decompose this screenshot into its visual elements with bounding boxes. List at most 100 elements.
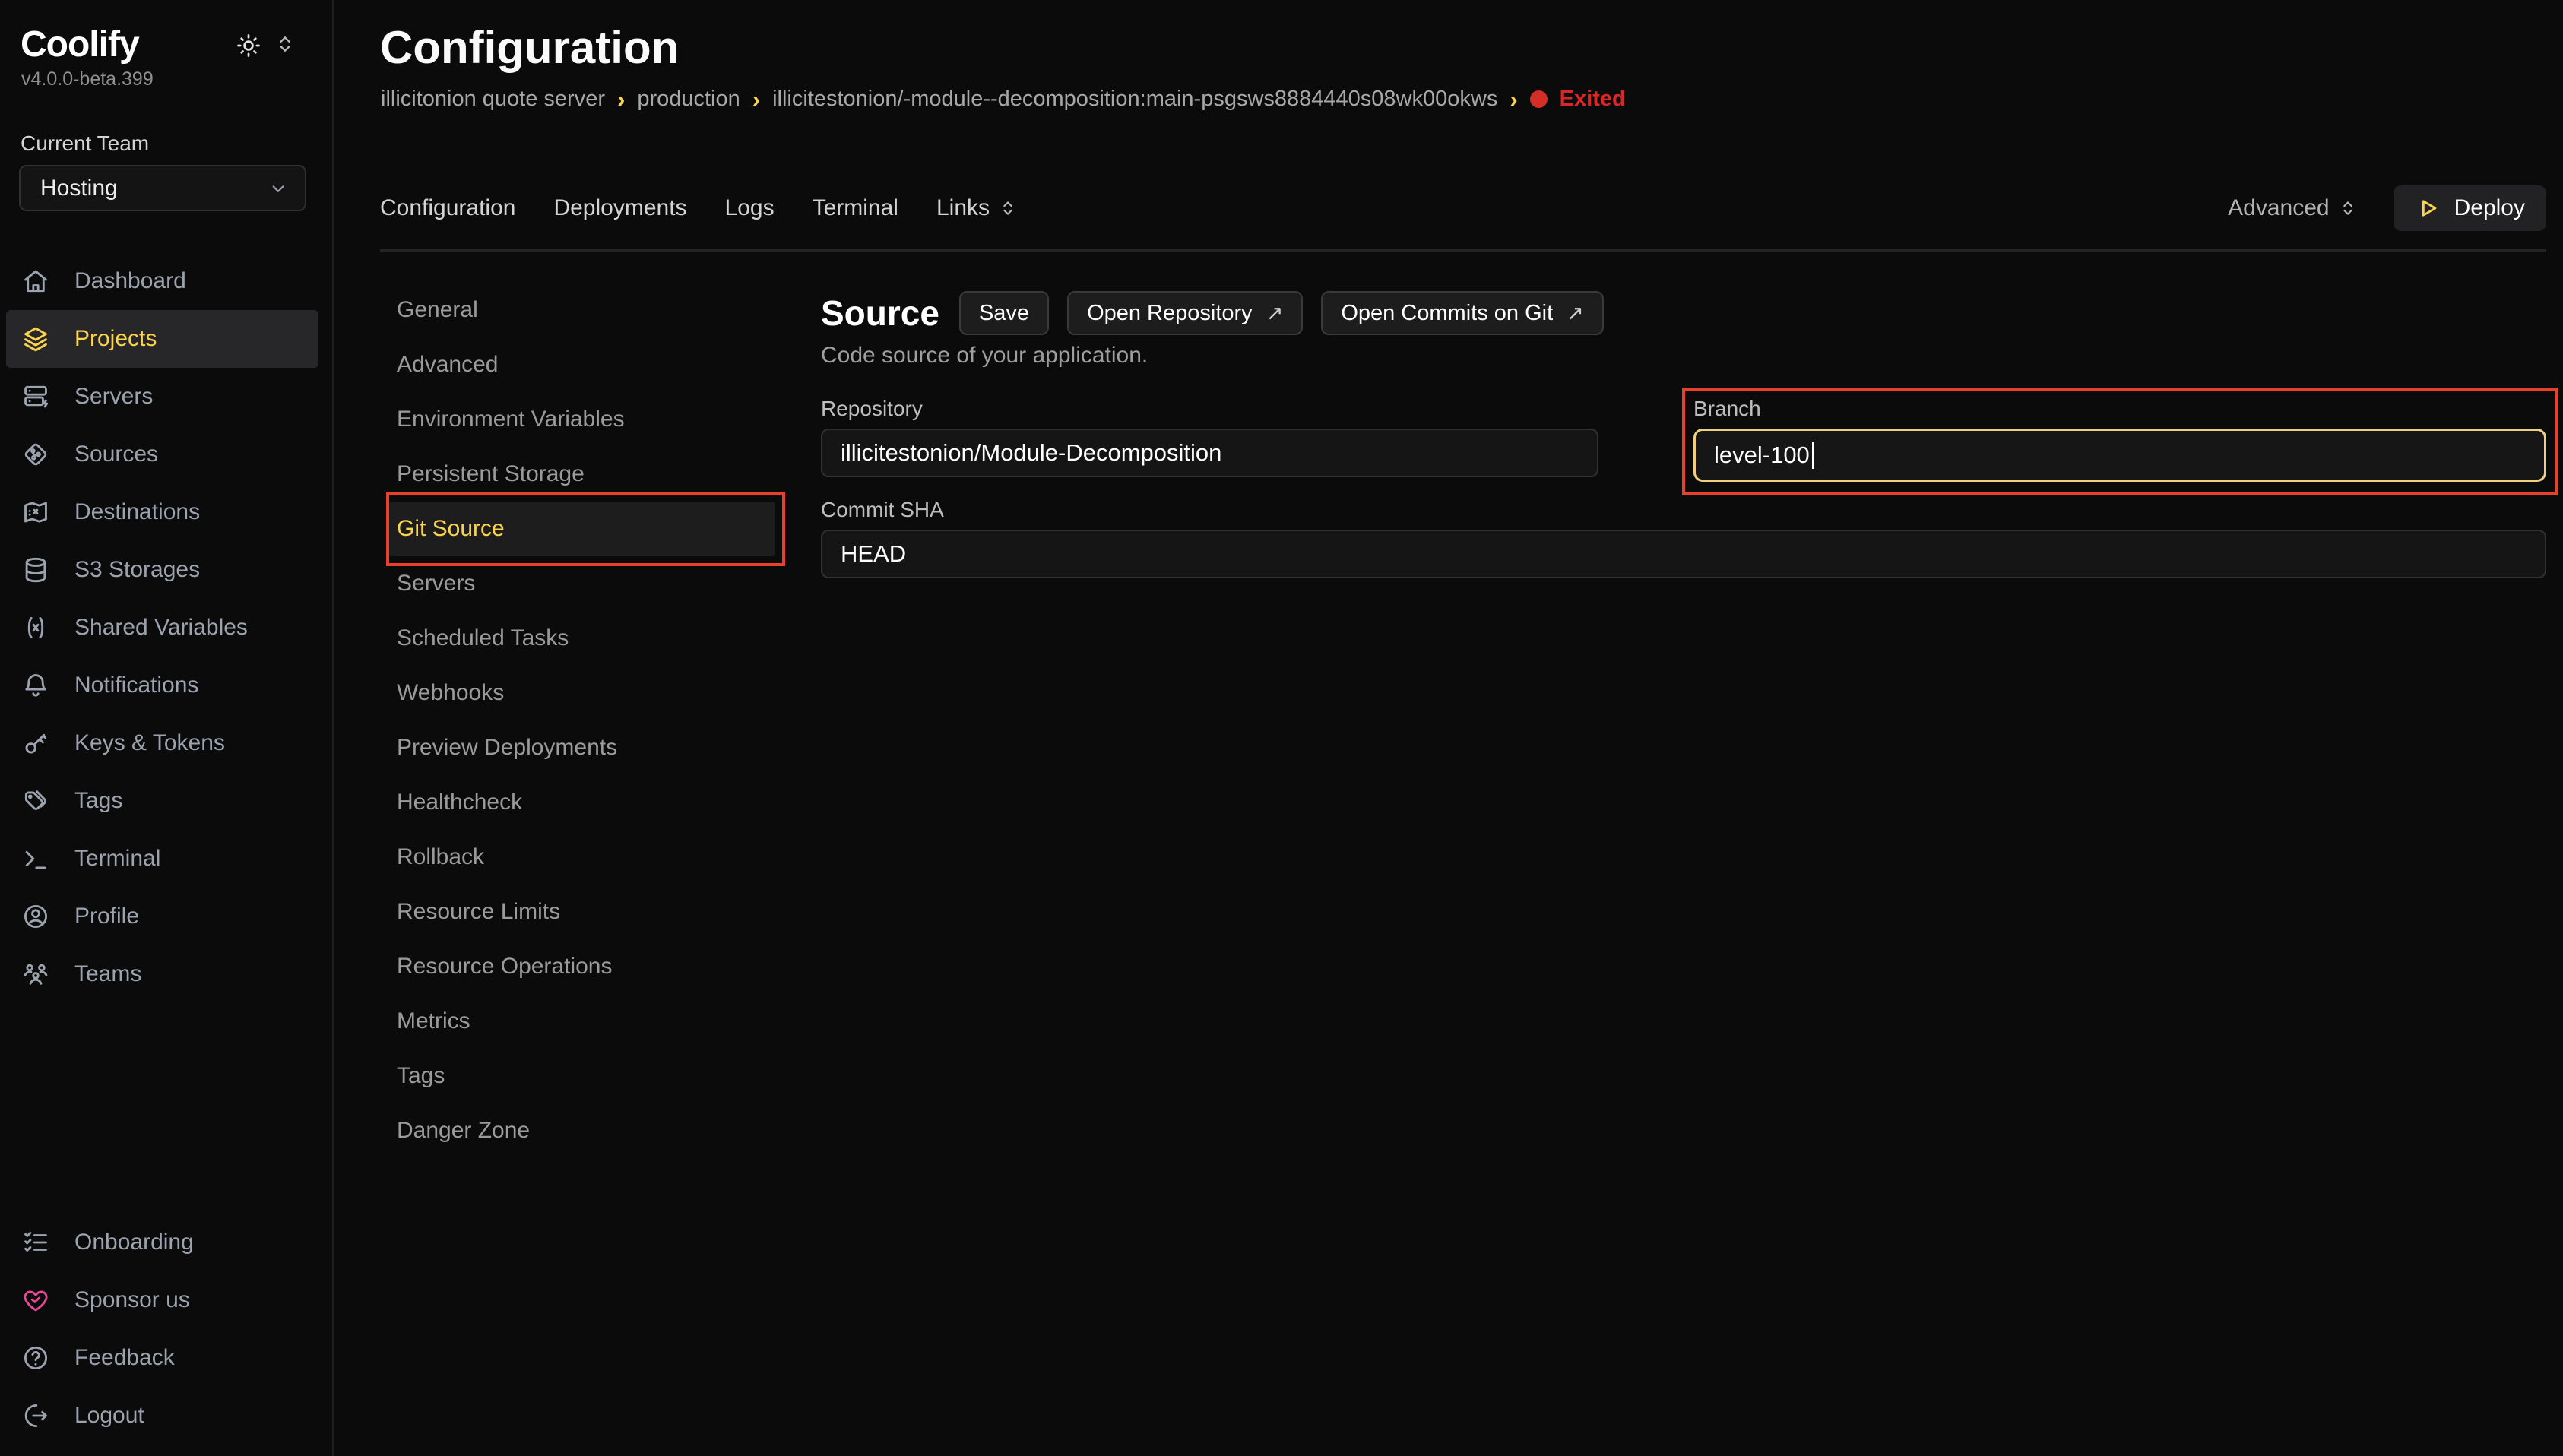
sidebar-item-feedback[interactable]: Feedback — [6, 1329, 318, 1387]
sidebar-item-sponsor-us[interactable]: Sponsor us — [6, 1271, 318, 1329]
breadcrumb-item[interactable]: illicitonion quote server — [381, 87, 605, 112]
chevron-right-icon: › — [752, 88, 760, 110]
heart-icon — [21, 1286, 50, 1315]
subnav-item-resource-operations[interactable]: Resource Operations — [388, 939, 775, 994]
sidebar-item-label: Dashboard — [74, 268, 186, 294]
sidebar-item-logout[interactable]: Logout — [6, 1387, 318, 1445]
brand-row: Coolify — [21, 23, 302, 67]
chevron-down-icon — [267, 177, 290, 200]
advanced-label: Advanced — [2228, 195, 2329, 221]
subnav-item-environment-variables[interactable]: Environment Variables — [388, 392, 775, 447]
branch-input[interactable]: level-100 — [1693, 429, 2546, 482]
tab-links[interactable]: Links — [936, 195, 1019, 221]
user-circle-icon — [21, 902, 50, 931]
tabs-list: Configuration Deployments Logs Terminal Link… — [380, 195, 1019, 221]
header-right-controls: Advanced Deploy — [2228, 185, 2546, 231]
sidebar-item-keys-tokens[interactable]: Keys & Tokens — [6, 714, 318, 772]
repository-input[interactable] — [821, 429, 1598, 477]
tab-configuration[interactable]: Configuration — [380, 195, 515, 221]
source-description: Code source of your application. — [821, 343, 2546, 369]
source-panel: Source Save Open Repository ↗ Open Commi… — [821, 274, 2546, 1456]
chevrons-up-down-icon[interactable] — [273, 32, 297, 56]
commit-sha-field-group: Commit SHA — [821, 497, 2546, 578]
subnav-item-preview-deployments[interactable]: Preview Deployments — [388, 720, 775, 775]
commit-sha-input[interactable] — [821, 530, 2546, 578]
home-icon — [21, 267, 50, 296]
subnav-item-scheduled-tasks[interactable]: Scheduled Tasks — [388, 611, 775, 666]
sidebar-item-sources[interactable]: Sources — [6, 426, 318, 483]
save-button[interactable]: Save — [959, 291, 1049, 335]
bell-icon — [21, 671, 50, 700]
subnav-item-resource-limits[interactable]: Resource Limits — [388, 885, 775, 939]
breadcrumb-item[interactable]: production — [637, 87, 740, 112]
team-select[interactable]: Hosting — [19, 165, 306, 211]
sidebar-item-label: Teams — [74, 961, 141, 987]
chevrons-up-down-icon — [997, 198, 1019, 219]
subnav-item-persistent-storage[interactable]: Persistent Storage — [388, 447, 775, 502]
repository-label: Repository — [821, 396, 1598, 422]
external-link-icon: ↗ — [1266, 302, 1284, 325]
sidebar-item-destinations[interactable]: Destinations — [6, 483, 318, 541]
text-cursor — [1812, 442, 1814, 469]
sidebar-item-terminal[interactable]: Terminal — [6, 830, 318, 888]
fields-row: Repository Branch level-100 — [821, 396, 2546, 482]
subnav-item-rollback[interactable]: Rollback — [388, 830, 775, 885]
checklist-icon — [21, 1228, 50, 1257]
open-repository-button[interactable]: Open Repository ↗ — [1067, 291, 1303, 335]
header-divider — [380, 249, 2546, 252]
sidebar: Coolify v4.0.0-beta.399 Current Team Hos… — [0, 0, 334, 1456]
theme-sun-icon[interactable] — [235, 32, 262, 59]
git-fork-icon — [21, 440, 50, 469]
sidebar-item-servers[interactable]: Servers — [6, 368, 318, 426]
chevron-right-icon: › — [1510, 88, 1517, 110]
commit-sha-label: Commit SHA — [821, 497, 2546, 523]
deploy-label: Deploy — [2454, 195, 2525, 221]
tab-deployments[interactable]: Deployments — [553, 195, 686, 221]
open-commits-button[interactable]: Open Commits on Git ↗ — [1321, 291, 1603, 335]
tabs-row: Configuration Deployments Logs Terminal Link… — [380, 185, 2546, 232]
branch-label: Branch — [1693, 396, 2546, 422]
sidebar-item-profile[interactable]: Profile — [6, 888, 318, 945]
sidebar-item-tags[interactable]: Tags — [6, 772, 318, 830]
subnav-item-general[interactable]: General — [388, 283, 775, 337]
subnav-item-webhooks[interactable]: Webhooks — [388, 666, 775, 720]
sidebar-item-s3-storages[interactable]: S3 Storages — [6, 541, 318, 599]
status-badge: Exited — [1560, 87, 1626, 112]
sidebar-item-label: Logout — [74, 1403, 144, 1429]
subnav-item-git-source[interactable]: Git Source — [388, 502, 775, 556]
subnav-item-healthcheck[interactable]: Healthcheck — [388, 775, 775, 830]
sidebar-item-dashboard[interactable]: Dashboard — [6, 252, 318, 310]
tab-terminal[interactable]: Terminal — [813, 195, 898, 221]
subnav-item-servers[interactable]: Servers — [388, 556, 775, 611]
server-icon — [21, 382, 50, 411]
subnav-item-advanced[interactable]: Advanced — [388, 337, 775, 392]
subnav-item-tags[interactable]: Tags — [388, 1049, 775, 1103]
help-circle-icon — [21, 1344, 50, 1372]
source-heading: Source — [821, 293, 939, 334]
status-dot — [1530, 90, 1548, 108]
subnav-item-metrics[interactable]: Metrics — [388, 994, 775, 1049]
sidebar-item-label: Notifications — [74, 673, 198, 698]
database-icon — [21, 555, 50, 584]
deploy-button[interactable]: Deploy — [2394, 185, 2546, 231]
sidebar-item-notifications[interactable]: Notifications — [6, 657, 318, 714]
terminal-icon — [21, 844, 50, 873]
sidebar-item-label: Sponsor us — [74, 1287, 190, 1313]
tag-icon — [21, 787, 50, 815]
sidebar-footer-nav: Onboarding Sponsor us Feedback Logout — [0, 1214, 332, 1445]
sidebar-item-onboarding[interactable]: Onboarding — [6, 1214, 318, 1271]
breadcrumb-item[interactable]: illicitestonion/-module--decomposition:m… — [772, 87, 1497, 112]
sidebar-item-label: Shared Variables — [74, 615, 248, 641]
advanced-dropdown[interactable]: Advanced — [2228, 195, 2358, 221]
source-header-row: Source Save Open Repository ↗ Open Commi… — [821, 291, 2546, 335]
sidebar-item-shared-variables[interactable]: Shared Variables — [6, 599, 318, 657]
tab-logs[interactable]: Logs — [725, 195, 775, 221]
sidebar-item-projects[interactable]: Projects — [6, 310, 318, 368]
variables-icon — [21, 613, 50, 642]
sidebar-item-label: S3 Storages — [74, 557, 200, 583]
subnav-item-danger-zone[interactable]: Danger Zone — [388, 1103, 775, 1158]
settings-subnav: GeneralAdvancedEnvironment VariablesPers… — [388, 274, 775, 1456]
sidebar-item-teams[interactable]: Teams — [6, 945, 318, 1003]
sidebar-item-label: Terminal — [74, 846, 160, 872]
logout-icon — [21, 1401, 50, 1430]
